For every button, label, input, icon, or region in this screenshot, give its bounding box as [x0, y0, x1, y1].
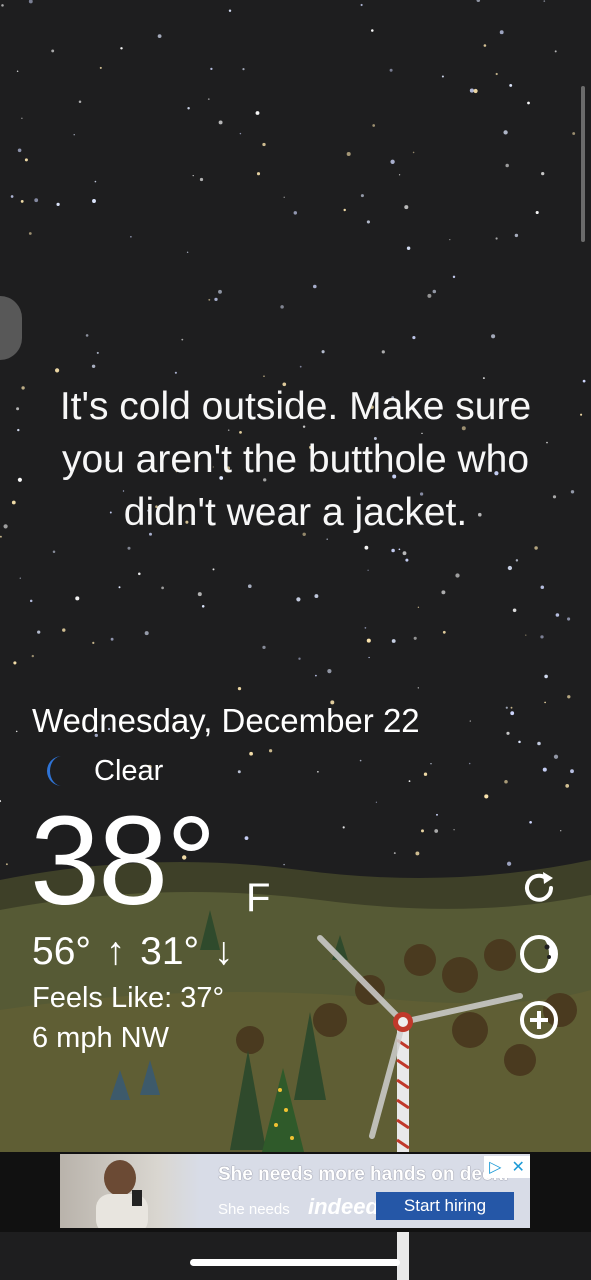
scroll-indicator[interactable]: [581, 86, 585, 242]
current-temperature: 38°: [30, 790, 217, 931]
person-image: [96, 1160, 148, 1228]
moon-phase-icon: [520, 935, 558, 973]
arrow-up-icon: ↑: [105, 930, 126, 973]
quote-line: It's cold outside. Make sure: [59, 385, 532, 428]
add-location-button[interactable]: [517, 998, 561, 1042]
ad-brand-logo: indeed: [308, 1194, 379, 1219]
refresh-button[interactable]: [517, 866, 561, 910]
theme-button[interactable]: [517, 932, 561, 976]
quote-line: you aren't the butthole who: [61, 438, 530, 481]
forecast-date: Wednesday, December 22: [32, 702, 420, 739]
temperature-unit[interactable]: F: [246, 876, 270, 921]
landscape-illustration: [0, 860, 591, 1280]
close-icon[interactable]: ✕: [512, 1157, 525, 1177]
ad-cta-button[interactable]: Start hiring: [376, 1192, 514, 1220]
wind-speed: 6 mph NW: [32, 1022, 169, 1054]
condition-label: Clear: [94, 754, 164, 787]
high-low-row: 56° ↑ 31° ↓: [32, 930, 238, 974]
arrow-down-icon: ↓: [214, 930, 234, 973]
ad-subtext: She needs: [218, 1201, 290, 1218]
ad-choices[interactable]: ▷ ✕: [484, 1156, 530, 1178]
condition-row: Clear: [40, 754, 163, 788]
low-temp: 31°: [140, 930, 200, 973]
ad-creative[interactable]: She needs more hands on deck. She needs …: [60, 1154, 530, 1228]
refresh-icon: [525, 872, 553, 902]
ad-choices-icon[interactable]: ▷: [489, 1157, 501, 1177]
feels-like: Feels Like: 37°: [32, 982, 225, 1014]
ad-headline: She needs more hands on deck.: [218, 1164, 509, 1185]
moon-icon: [47, 756, 62, 786]
add-circle-icon: [520, 1001, 558, 1039]
home-indicator[interactable]: [190, 1259, 400, 1266]
quote-line: didn't wear a jacket.: [123, 491, 468, 534]
high-temp: 56°: [32, 930, 91, 973]
ad-photo: [60, 1154, 200, 1228]
weather-quote: It's cold outside. Make sure you aren't …: [20, 380, 571, 539]
